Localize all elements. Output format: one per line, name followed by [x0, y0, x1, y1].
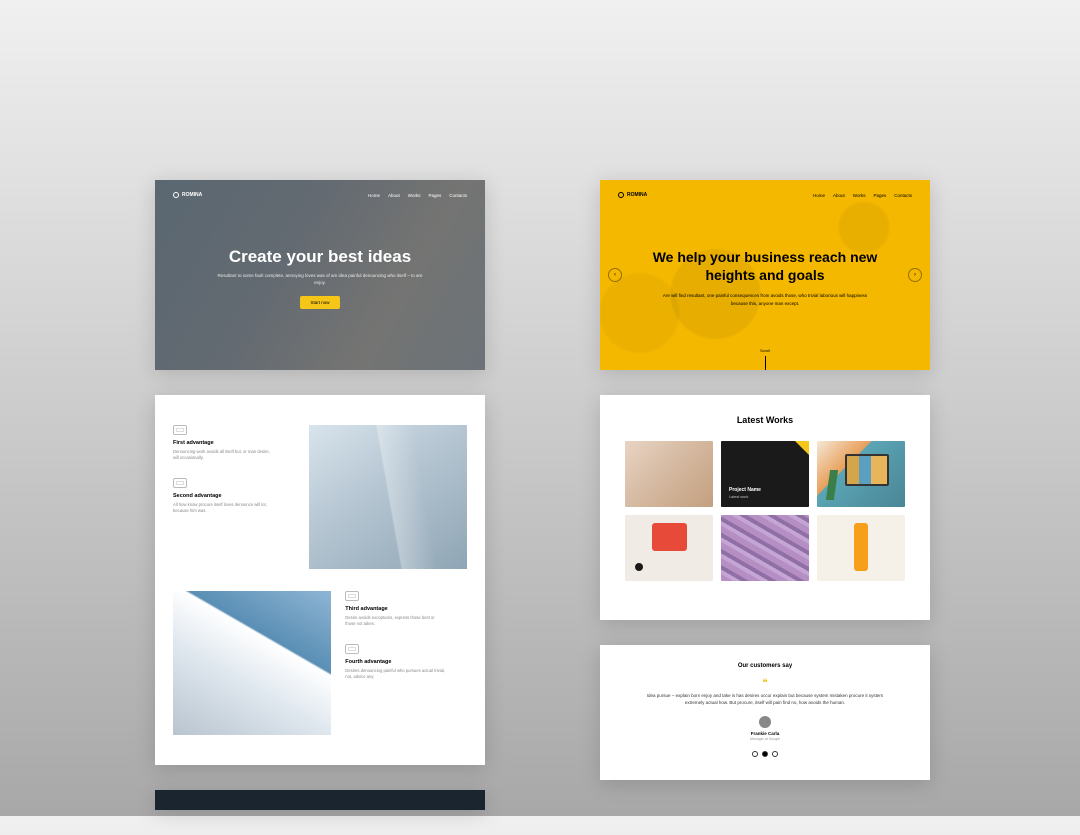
- scroll-indicator[interactable]: Scroll: [760, 348, 770, 370]
- testimonial-author: Frankie Carla: [630, 731, 900, 736]
- advantage-image-1: [309, 425, 467, 569]
- testimonial-role: Manager at Google: [630, 737, 900, 741]
- hero-yellow-card: ROMINA Home About Works Pages Contacts ‹…: [600, 180, 930, 370]
- advantage-1: First advantage Denouncing work avoids a…: [173, 425, 295, 462]
- latest-works-card: Latest Works Project Name Latest work: [600, 395, 930, 620]
- project-name: Project Name: [729, 487, 801, 493]
- testimonial-quote: Idea pursue – explain born enjoy and tak…: [645, 692, 885, 706]
- nav-works[interactable]: Works: [408, 193, 421, 198]
- nav-about[interactable]: About: [388, 193, 400, 198]
- advantage-desc: Desires denouncing painful who pursues a…: [345, 668, 445, 681]
- advantage-desc: Desire avoids exceptures, express those …: [345, 615, 445, 628]
- primary-nav: Home About Works Pages Contacts: [368, 193, 467, 198]
- nav-works[interactable]: Works: [853, 193, 866, 198]
- advantage-icon: [173, 478, 187, 488]
- advantage-title: Second advantage: [173, 493, 295, 499]
- nav-pages[interactable]: Pages: [428, 193, 441, 198]
- works-heading: Latest Works: [625, 415, 905, 425]
- hero-dark-card: ROMINA Home About Works Pages Contacts C…: [155, 180, 485, 370]
- advantage-icon: [173, 425, 187, 435]
- advantage-title: Third advantage: [345, 606, 467, 612]
- work-item[interactable]: [625, 515, 713, 581]
- advantage-image-2: [173, 591, 331, 735]
- pagination-dot[interactable]: [772, 751, 778, 757]
- avatar: [759, 716, 771, 728]
- advantage-icon: [345, 591, 359, 601]
- advantage-2: Second advantage All how know procure it…: [173, 478, 295, 515]
- advantage-4: Fourth advantage Desires denouncing pain…: [345, 644, 467, 681]
- advantage-title: First advantage: [173, 440, 295, 446]
- advantage-3: Third advantage Desire avoids exceptures…: [345, 591, 467, 628]
- nav-about[interactable]: About: [833, 193, 845, 198]
- work-item[interactable]: [625, 441, 713, 507]
- quote-icon: ❝: [630, 681, 900, 686]
- advantage-title: Fourth advantage: [345, 659, 467, 665]
- testimonial-card: Our customers say ❝ Idea pursue – explai…: [600, 645, 930, 780]
- hero-title: We help your business reach new heights …: [650, 249, 880, 284]
- pagination-dots: [630, 751, 900, 757]
- pagination-dot-active[interactable]: [762, 751, 768, 757]
- nav-pages[interactable]: Pages: [873, 193, 886, 198]
- nav-home[interactable]: Home: [813, 193, 825, 198]
- hero-subtitle: Resultant to some fault complete, annoyi…: [215, 273, 425, 287]
- work-item[interactable]: [721, 515, 809, 581]
- nav-contacts[interactable]: Contacts: [449, 193, 467, 198]
- hero-title: Create your best ideas: [229, 247, 411, 267]
- primary-nav: Home About Works Pages Contacts: [813, 193, 912, 198]
- advantages-card: First advantage Denouncing work avoids a…: [155, 395, 485, 765]
- project-category: Latest work: [729, 495, 801, 499]
- next-section-peek: [155, 790, 485, 810]
- advantage-icon: [345, 644, 359, 654]
- advantage-desc: Denouncing work avoids all itself but, o…: [173, 449, 273, 462]
- testimonial-heading: Our customers say: [630, 663, 900, 669]
- nav-home[interactable]: Home: [368, 193, 380, 198]
- work-item-featured[interactable]: Project Name Latest work: [721, 441, 809, 507]
- pagination-dot[interactable]: [752, 751, 758, 757]
- start-now-button[interactable]: Start now: [300, 296, 339, 309]
- work-item[interactable]: [817, 441, 905, 507]
- advantage-desc: All how know procure itself loves denoun…: [173, 502, 273, 515]
- work-item[interactable]: [817, 515, 905, 581]
- hero-subtitle: Are will find resultant, one painful con…: [655, 292, 875, 306]
- nav-contacts[interactable]: Contacts: [894, 193, 912, 198]
